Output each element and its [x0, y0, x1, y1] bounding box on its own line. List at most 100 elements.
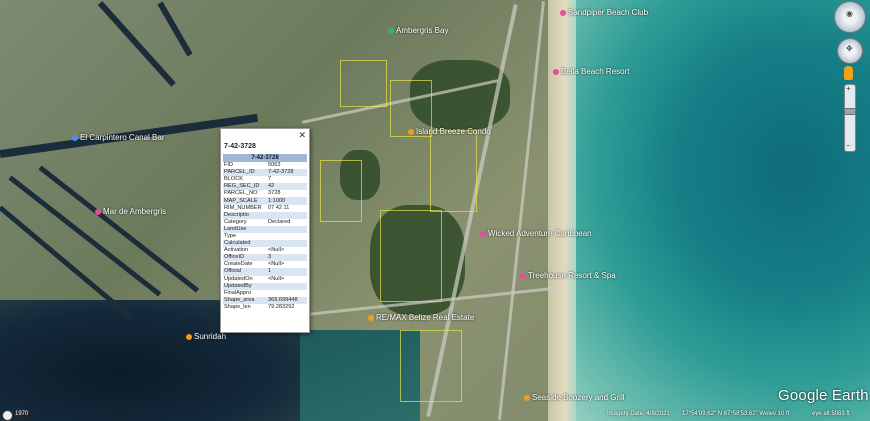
- attribute-row: FID 5063: [223, 162, 307, 169]
- attribute-value: [267, 290, 307, 297]
- parcel-outline[interactable]: [430, 130, 477, 212]
- attribute-value: Declared: [268, 218, 291, 225]
- attribute-key: BLOCK: [224, 176, 243, 183]
- attribute-value: 3728: [268, 190, 281, 197]
- attribute-key: CreateDate: [224, 261, 253, 268]
- attribute-row: Calculated: [223, 240, 307, 248]
- attribute-value: 369.699448: [267, 296, 307, 304]
- attribute-value: [267, 233, 307, 240]
- attribute-key: FinalAppro: [224, 289, 252, 296]
- pin-icon: [408, 128, 414, 135]
- close-icon[interactable]: ✕: [298, 131, 306, 140]
- attribute-row: UpdatedBy: [223, 282, 307, 290]
- place-label[interactable]: Seaside Boozery and Grill: [524, 393, 625, 402]
- attribute-key: Descriptio: [223, 211, 267, 219]
- zoom-slider-handle[interactable]: [844, 108, 856, 115]
- attribute-table: 7-42-3728 FID 5063 PARCEL_ID 7-42-3728 BLOCK…: [223, 154, 307, 311]
- attribute-row: FinalAppro: [223, 290, 307, 297]
- attribute-row: Official 1: [223, 268, 307, 276]
- parcel-outline[interactable]: [320, 160, 362, 222]
- attribute-row: UpdatedOn <Null>: [223, 276, 307, 283]
- attribute-value: <Null>: [268, 275, 285, 282]
- attribute-value: 3: [267, 254, 307, 262]
- attribute-row: LandUse: [223, 225, 307, 233]
- map-view[interactable]: Ambergris Bay Bella Beach Resort Wicked …: [0, 0, 870, 421]
- attribute-value: 7-42-3728: [267, 169, 307, 177]
- attribute-key: RIM_NUMBER: [224, 204, 262, 211]
- attribute-value: 79.283292: [268, 303, 295, 310]
- navigation-controls: ◉ ✥ + −: [833, 0, 867, 160]
- attribute-key: Shape_len: [224, 303, 251, 310]
- attribute-row: Shape_len 79.283292: [223, 304, 307, 311]
- attribute-row: Descriptio: [223, 211, 307, 219]
- attribute-key: Calculated: [223, 240, 267, 248]
- attribute-row: RIM_NUMBER 07 42 11: [223, 205, 307, 212]
- pin-icon: [388, 27, 394, 34]
- place-label[interactable]: Treehouse Resort & Spa: [520, 271, 616, 280]
- attribute-key: Type: [224, 232, 237, 239]
- zoom-in-icon[interactable]: +: [846, 84, 851, 93]
- pin-icon: [560, 9, 566, 16]
- attribute-key: Shape_area: [223, 296, 267, 304]
- attribute-table-header: 7-42-3728: [223, 154, 307, 162]
- attribute-key: Category: [224, 218, 247, 225]
- attribute-key: Activation: [224, 247, 249, 254]
- attribute-key: OfficeID: [223, 254, 267, 262]
- attribute-row: OfficeID 3: [223, 254, 307, 262]
- place-label[interactable]: Wicked Adventure Caribbean: [480, 229, 592, 238]
- pin-icon: [480, 230, 486, 237]
- attribute-value: [267, 240, 307, 248]
- place-label[interactable]: Mar de Ambergris: [95, 207, 166, 216]
- attribute-key: MAP_SCALE: [223, 197, 267, 205]
- attribute-value: 42: [267, 183, 307, 191]
- attribute-row: Activation <Null>: [223, 247, 307, 254]
- attribute-value: [267, 211, 307, 219]
- attribute-row: Type: [223, 233, 307, 240]
- parcel-info-popup: ✕ 7-42-3728 7-42-3728 FID 5063 PARCEL_ID 7-…: [220, 128, 310, 333]
- attribute-value: 5063: [268, 162, 281, 169]
- attribute-value: 7: [268, 176, 272, 183]
- place-label[interactable]: Island Breeze Condo: [408, 127, 491, 136]
- parcel-outline[interactable]: [400, 330, 462, 402]
- attribute-row: Shape_area 369.699448: [223, 296, 307, 304]
- attribute-row: REG_SEC_ID 42: [223, 183, 307, 191]
- place-label[interactable]: RE/MAX Belize Real Estate: [368, 313, 474, 322]
- attribute-value: 07 42 11: [268, 204, 290, 211]
- attribute-value: [267, 225, 307, 233]
- elevation: elev 10 ft: [765, 411, 790, 417]
- imagery-date: Imagery Date: 4/8/2021: [607, 411, 670, 417]
- parcel-outline[interactable]: [340, 60, 387, 107]
- street-view-pegman-icon[interactable]: [844, 66, 853, 80]
- pin-icon: [553, 68, 559, 75]
- google-earth-logo: Google Earth: [778, 387, 869, 404]
- parcel-outline[interactable]: [380, 210, 442, 302]
- attribute-key: PARCEL_NO: [224, 190, 258, 197]
- pin-icon: [524, 394, 530, 401]
- pin-icon: [520, 272, 526, 279]
- attribute-key: REG_SEC_ID: [223, 183, 267, 191]
- place-label[interactable]: El Carpintero Canal Bar: [72, 133, 164, 142]
- attribute-row: PARCEL_NO 3728: [223, 190, 307, 197]
- attribute-key: UpdatedOn: [224, 275, 253, 282]
- attribute-row: PARCEL_ID 7-42-3728: [223, 169, 307, 177]
- place-label[interactable]: Sandpiper Beach Club: [560, 8, 648, 17]
- attribute-row: CreateDate <Null>: [223, 261, 307, 268]
- attribute-key: UpdatedBy: [223, 282, 267, 290]
- status-bar: Imagery Date: 4/8/2021 17°54'09.62" N 87…: [0, 410, 870, 421]
- hand-icon: ✥: [846, 44, 853, 53]
- place-label[interactable]: Ambergris Bay: [388, 26, 448, 35]
- place-label[interactable]: Sunridah: [186, 332, 226, 341]
- pin-icon: [186, 333, 192, 340]
- popup-title: 7-42-3728: [224, 143, 256, 150]
- attribute-key: FID: [224, 162, 234, 169]
- attribute-key: Official: [223, 268, 267, 276]
- pin-icon: [72, 134, 78, 141]
- attribute-value: 1:1000: [267, 197, 307, 205]
- attribute-key: LandUse: [223, 225, 267, 233]
- attribute-value: <Null>: [268, 247, 285, 254]
- sea-imagery: [560, 0, 870, 421]
- zoom-out-icon[interactable]: −: [846, 141, 851, 150]
- attribute-value: <Null>: [268, 261, 285, 268]
- place-label[interactable]: Bella Beach Resort: [553, 67, 629, 76]
- attribute-row: Category Declared: [223, 219, 307, 226]
